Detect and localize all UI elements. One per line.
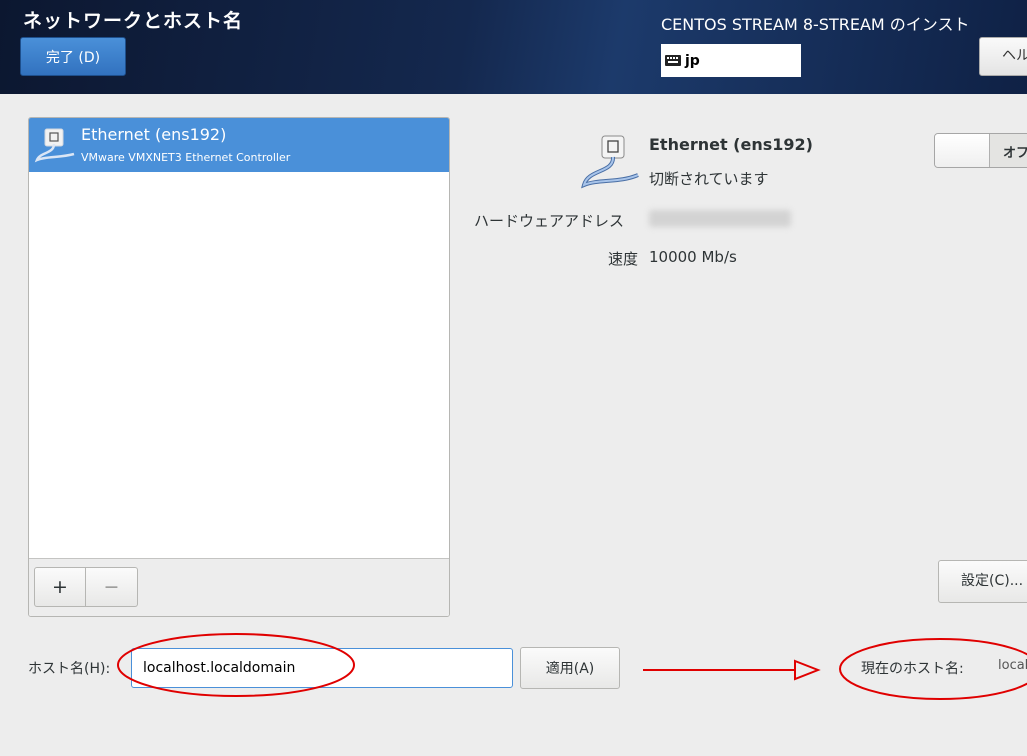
add-device-button[interactable]: + (34, 567, 86, 607)
page-title: ネットワークとホスト名 (23, 10, 244, 32)
list-item[interactable]: Ethernet (ens192) VMware VMXNET3 Etherne… (29, 118, 449, 172)
ethernet-cable-icon (580, 133, 646, 195)
toggle-knob (935, 134, 990, 167)
current-hostname-value: localhost (998, 658, 1027, 673)
speed-value: 10000 Mb/s (649, 248, 737, 266)
device-status: 切断されています (649, 170, 769, 188)
hardware-address-value-redacted (649, 210, 791, 227)
hostname-input[interactable] (131, 648, 513, 688)
header-bar: ネットワークとホスト名 完了 (D) CENTOS STREAM 8-STREA… (0, 0, 1027, 94)
keyboard-layout-indicator[interactable]: jp (661, 44, 801, 77)
connection-toggle[interactable]: オフ (934, 133, 1027, 168)
annotation-arrow-head (794, 659, 821, 681)
product-title: CENTOS STREAM 8-STREAM のインスト (661, 15, 970, 34)
device-name: Ethernet (ens192) (81, 125, 227, 144)
help-button[interactable]: ヘル (979, 37, 1027, 76)
ethernet-cable-icon (34, 124, 80, 168)
hardware-address-label: ハードウェアアドレス (474, 212, 625, 230)
keyboard-layout-label: jp (685, 52, 700, 69)
current-hostname-label: 現在のホスト名: (861, 661, 964, 677)
device-detail-name: Ethernet (ens192) (649, 135, 813, 154)
speed-label: 速度 (608, 250, 639, 268)
configure-button[interactable]: 設定(C)... (938, 560, 1027, 603)
device-list: Ethernet (ens192) VMware VMXNET3 Etherne… (28, 117, 450, 617)
keyboard-icon (665, 55, 681, 66)
done-button[interactable]: 完了 (D) (20, 37, 126, 76)
apply-button[interactable]: 適用(A) (520, 647, 620, 689)
toggle-label: オフ (1003, 146, 1027, 161)
hostname-label: ホスト名(H): (28, 661, 111, 677)
list-toolbar: + − (29, 558, 449, 616)
device-description: VMware VMXNET3 Ethernet Controller (81, 151, 291, 164)
remove-device-button[interactable]: − (86, 567, 138, 607)
